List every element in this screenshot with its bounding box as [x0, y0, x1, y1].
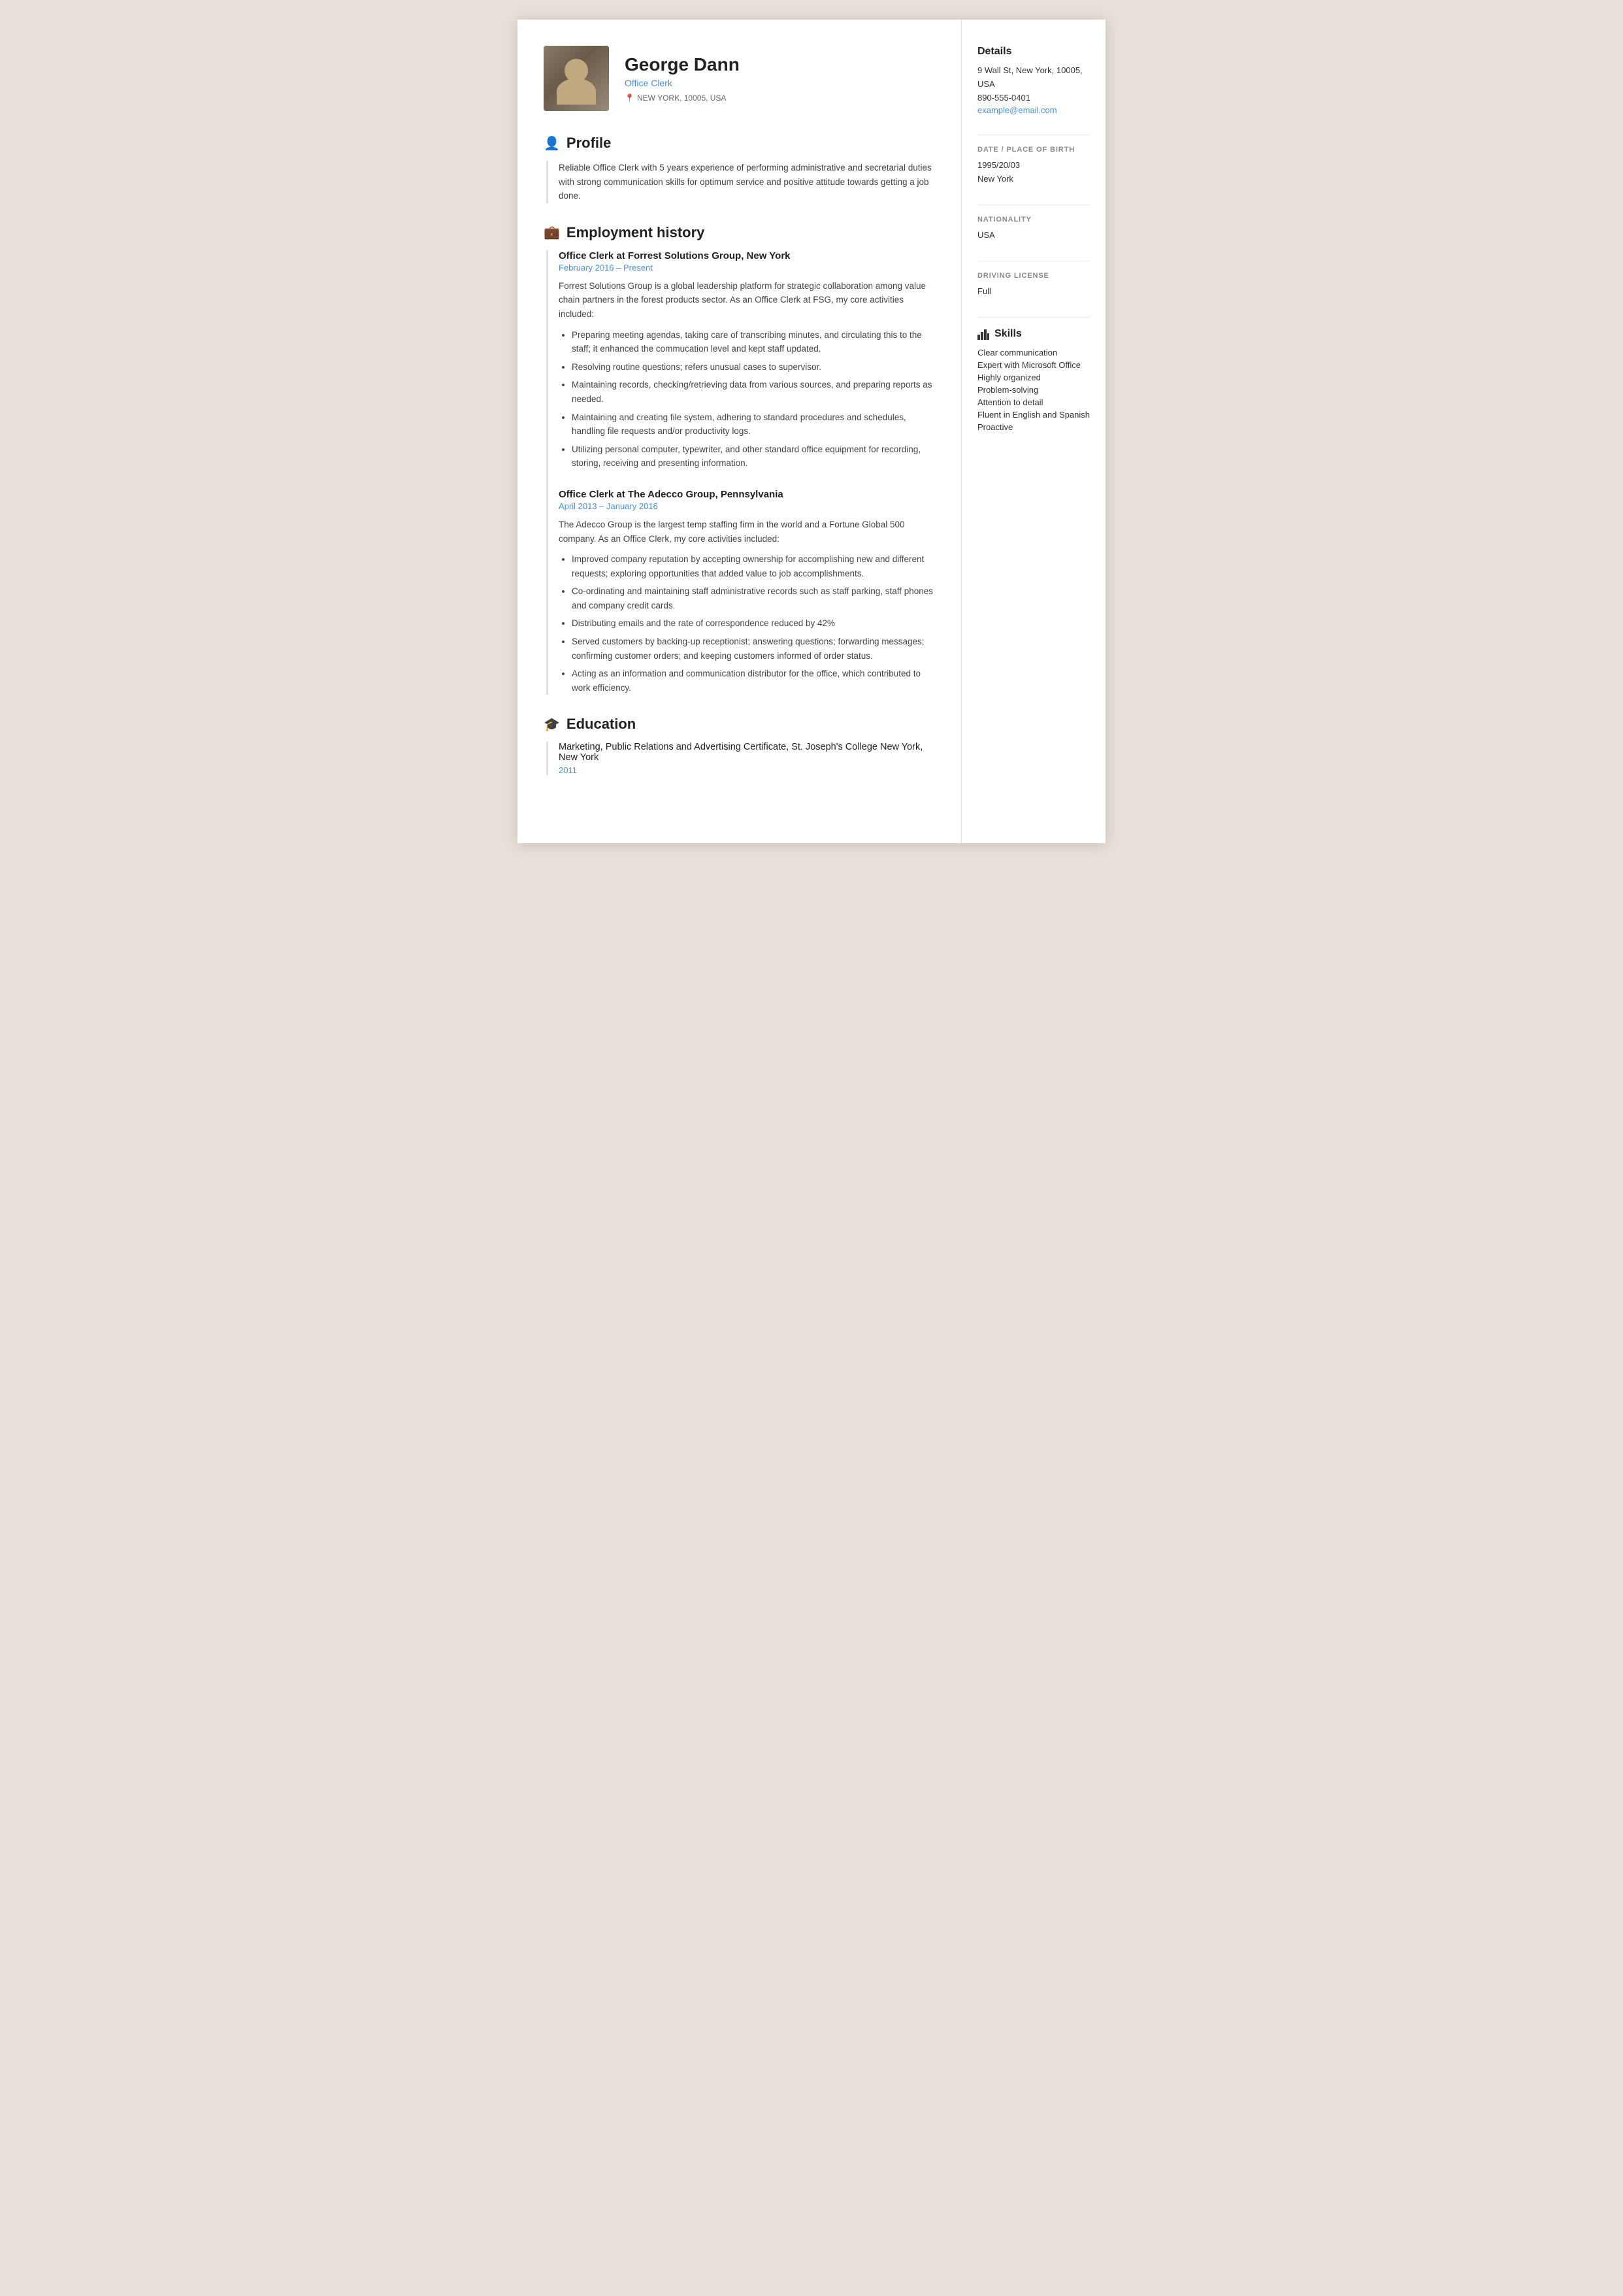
resume-header: George Dann Office Clerk 📍 NEW YORK, 100… [544, 46, 935, 111]
edu-1-year: 2011 [559, 765, 935, 775]
skills-title-text: Skills [994, 328, 1022, 340]
education-section: 🎓 Education Marketing, Public Relations … [544, 716, 935, 775]
sidebar-skills: Skills Clear communication Expert with M… [977, 328, 1090, 432]
sidebar-details-title: Details [977, 46, 1090, 58]
job-entry-2: Office Clerk at The Adecco Group, Pennsy… [559, 489, 935, 695]
skill-item: Fluent in English and Spanish [977, 410, 1090, 420]
divider-4 [977, 317, 1090, 318]
candidate-name: George Dann [625, 54, 740, 75]
sidebar-email[interactable]: example@email.com [977, 105, 1057, 115]
skill-item: Clear communication [977, 348, 1090, 358]
job-entry-1: Office Clerk at Forrest Solutions Group,… [559, 250, 935, 471]
sidebar-details: Details 9 Wall St, New York, 10005, USA … [977, 46, 1090, 116]
list-item: Improved company reputation by accepting… [572, 552, 935, 580]
job-2-title: Office Clerk at The Adecco Group, Pennsy… [559, 489, 935, 500]
education-icon: 🎓 [544, 716, 560, 733]
sidebar-phone: 890-555-0401 [977, 92, 1090, 105]
profile-body: Reliable Office Clerk with 5 years exper… [546, 161, 935, 203]
list-item: Preparing meeting agendas, taking care o… [572, 328, 935, 356]
job-2-description: The Adecco Group is the largest temp sta… [559, 518, 935, 546]
skills-list: Clear communication Expert with Microsof… [977, 348, 1090, 432]
resume-container: George Dann Office Clerk 📍 NEW YORK, 100… [517, 20, 1106, 843]
list-item: Acting as an information and communicati… [572, 667, 935, 695]
location-icon: 📍 [625, 93, 634, 103]
edu-entry-1: Marketing, Public Relations and Advertis… [559, 742, 935, 775]
profile-title: 👤 Profile [544, 135, 935, 152]
birth-place: New York [977, 173, 1090, 186]
list-item: Utilizing personal computer, typewriter,… [572, 442, 935, 471]
sidebar: Details 9 Wall St, New York, 10005, USA … [962, 20, 1106, 843]
education-body: Marketing, Public Relations and Advertis… [546, 742, 935, 775]
sidebar-dob: DATE / PLACE OF BIRTH 1995/20/03 New Yor… [977, 146, 1090, 186]
driving-label: DRIVING LICENSE [977, 272, 1090, 280]
job-2-bullets: Improved company reputation by accepting… [559, 552, 935, 695]
job-1-description: Forrest Solutions Group is a global lead… [559, 279, 935, 322]
profile-text: Reliable Office Clerk with 5 years exper… [559, 161, 935, 203]
employment-section: 💼 Employment history Office Clerk at For… [544, 224, 935, 695]
employment-title-text: Employment history [566, 224, 704, 241]
header-info: George Dann Office Clerk 📍 NEW YORK, 100… [625, 54, 740, 103]
dob-label: DATE / PLACE OF BIRTH [977, 146, 1090, 154]
nationality-label: NATIONALITY [977, 216, 1090, 224]
education-title-text: Education [566, 716, 636, 733]
avatar-image [544, 46, 609, 111]
nationality-value: USA [977, 229, 1090, 242]
list-item: Distributing emails and the rate of corr… [572, 616, 935, 631]
job-1-dates: February 2016 – Present [559, 263, 935, 273]
skill-item: Expert with Microsoft Office [977, 360, 1090, 370]
employment-title: 💼 Employment history [544, 224, 935, 241]
skills-title: Skills [977, 328, 1090, 340]
skill-item: Problem-solving [977, 385, 1090, 395]
job-1-bullets: Preparing meeting agendas, taking care o… [559, 328, 935, 471]
profile-icon: 👤 [544, 135, 560, 152]
sidebar-driving: DRIVING LICENSE Full [977, 272, 1090, 299]
skill-item: Attention to detail [977, 397, 1090, 407]
skill-item: Proactive [977, 422, 1090, 432]
sidebar-address: 9 Wall St, New York, 10005, USA [977, 64, 1090, 92]
skill-item: Highly organized [977, 373, 1090, 382]
education-title: 🎓 Education [544, 716, 935, 733]
job-1-title: Office Clerk at Forrest Solutions Group,… [559, 250, 935, 261]
job-title: Office Clerk [625, 78, 740, 88]
edu-1-title: Marketing, Public Relations and Advertis… [559, 742, 935, 763]
employment-body: Office Clerk at Forrest Solutions Group,… [546, 250, 935, 695]
list-item: Maintaining records, checking/retrieving… [572, 378, 935, 406]
list-item: Co-ordinating and maintaining staff admi… [572, 584, 935, 612]
skills-bar-icon [977, 328, 989, 340]
job-2-dates: April 2013 – January 2016 [559, 501, 935, 511]
list-item: Maintaining and creating file system, ad… [572, 410, 935, 439]
sidebar-nationality: NATIONALITY USA [977, 216, 1090, 242]
driving-value: Full [977, 285, 1090, 299]
dob-value: 1995/20/03 [977, 159, 1090, 173]
profile-section: 👤 Profile Reliable Office Clerk with 5 y… [544, 135, 935, 203]
avatar [544, 46, 609, 111]
main-content: George Dann Office Clerk 📍 NEW YORK, 100… [517, 20, 962, 843]
location: 📍 NEW YORK, 10005, USA [625, 93, 740, 103]
list-item: Resolving routine questions; refers unus… [572, 360, 935, 374]
list-item: Served customers by backing-up reception… [572, 635, 935, 663]
employment-icon: 💼 [544, 224, 560, 241]
location-text: NEW YORK, 10005, USA [637, 93, 727, 103]
profile-title-text: Profile [566, 135, 611, 152]
